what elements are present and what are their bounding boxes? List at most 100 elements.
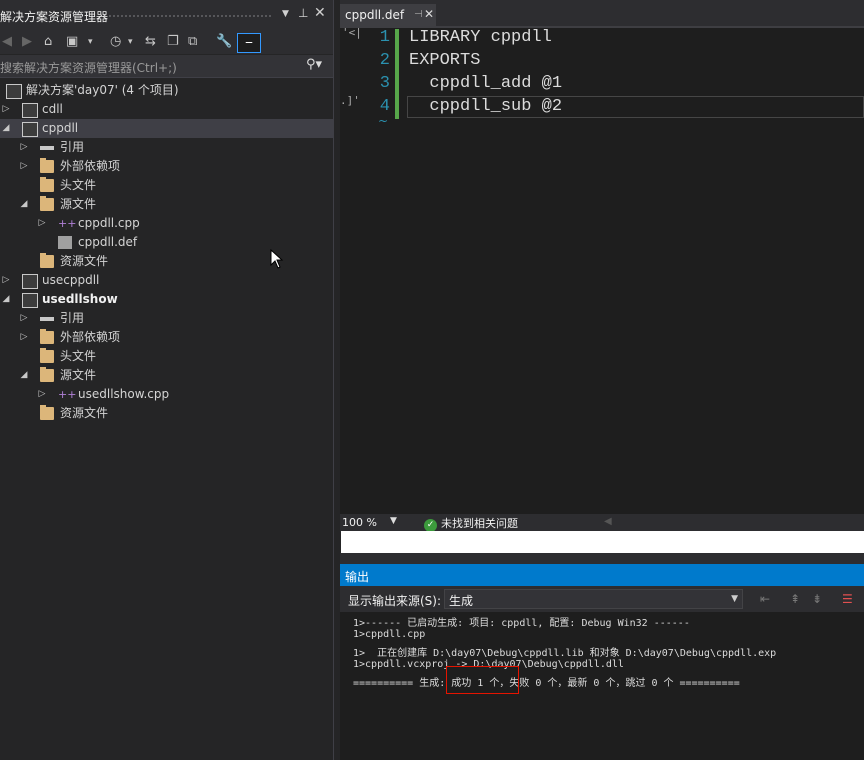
tree-item[interactable]: ▷ 引用: [0, 309, 334, 328]
collapsed-arrow-icon[interactable]: ▷: [18, 138, 30, 157]
tab-close-icon[interactable]: ✕: [424, 7, 434, 21]
tree-item-label: 头文件: [60, 178, 97, 192]
end-of-file-marker: ~: [378, 114, 389, 128]
home-icon[interactable]: ⌂: [44, 33, 52, 51]
solution-icon: [6, 84, 22, 99]
collapse-all-icon[interactable]: ❐: [167, 33, 179, 51]
tree-item[interactable]: 资源文件: [0, 404, 334, 423]
pin-icon[interactable]: ⊥: [298, 6, 308, 20]
change-indicator: [395, 29, 399, 119]
line-numbers: 1 2 3 4: [370, 28, 392, 128]
tree-item[interactable]: ▷ cdll: [0, 100, 334, 119]
zoom-dropdown-icon[interactable]: ▼: [390, 516, 397, 526]
close-icon[interactable]: ✕: [314, 5, 326, 21]
tree-item[interactable]: 头文件: [0, 347, 334, 366]
line-number: 1: [379, 28, 390, 47]
collapsed-arrow-icon[interactable]: ▷: [18, 157, 30, 176]
issues-indicator[interactable]: ✓ 未找到相关问题: [424, 515, 518, 532]
references-icon: [40, 317, 54, 321]
references-icon: [40, 146, 54, 150]
pending-dropdown-icon[interactable]: ▾: [128, 33, 133, 51]
tree-item[interactable]: ▷ ++ usedllshow.cpp: [0, 385, 334, 404]
previous-message-icon[interactable]: ⇞: [790, 592, 800, 606]
output-line: 1>------ 已启动生成: 项目: cppdll, 配置: Debug Wi…: [353, 618, 690, 629]
project-icon: [22, 122, 38, 137]
tree-item[interactable]: ◢ usedllshow: [0, 290, 334, 309]
tab-cppdll-def[interactable]: cppdll.def ⊣ ✕: [340, 4, 436, 28]
tree-item-label: cdll: [42, 102, 63, 116]
tree-item-label: usedllshow: [42, 292, 118, 306]
tree-item-label: 解决方案'day07' (4 个项目): [26, 83, 179, 97]
output-titlebar: 输出: [340, 564, 864, 586]
tree-item[interactable]: ▷ 外部依赖项: [0, 328, 334, 347]
show-all-files-icon[interactable]: ⧉: [188, 33, 197, 51]
switch-views-icon[interactable]: ▣: [66, 33, 78, 51]
code-line[interactable]: LIBRARY cppdll: [409, 28, 552, 47]
empty-input-bar[interactable]: [341, 531, 864, 553]
properties-icon[interactable]: 🔧: [216, 33, 232, 51]
solution-explorer-title: 解决方案资源管理器: [0, 10, 109, 24]
back-icon[interactable]: ◀: [2, 33, 12, 51]
line-number: 2: [379, 51, 390, 70]
sync-icon[interactable]: ⇆: [145, 33, 156, 51]
cpp-file-icon: ++: [58, 217, 77, 230]
expanded-arrow-icon[interactable]: ◢: [0, 119, 12, 138]
tree-item-label: cppdll.cpp: [78, 216, 140, 230]
titlebar-grip[interactable]: [108, 14, 273, 18]
external-deps-icon: [40, 158, 54, 173]
expanded-arrow-icon[interactable]: ◢: [18, 366, 30, 385]
tree-item-label: usedllshow.cpp: [78, 387, 170, 401]
tree-item[interactable]: ◢ 源文件: [0, 195, 334, 214]
output-source-select[interactable]: 生成 ▼: [444, 589, 743, 609]
dropdown-icon[interactable]: ▼: [282, 9, 289, 19]
tree-item[interactable]: ◢ cppdll: [0, 119, 334, 138]
collapsed-arrow-icon[interactable]: ▷: [0, 100, 12, 119]
code-line[interactable]: cppdll_sub @2: [409, 97, 562, 116]
collapsed-arrow-icon[interactable]: ▷: [18, 309, 30, 328]
collapsed-arrow-icon[interactable]: ▷: [0, 271, 12, 290]
search-icon[interactable]: ⚲▾: [306, 57, 322, 72]
folder-icon: [40, 253, 54, 268]
tree-item[interactable]: 解决方案'day07' (4 个项目): [0, 81, 334, 100]
tree-item-label: 源文件: [60, 197, 97, 211]
collapsed-arrow-icon[interactable]: ▷: [18, 328, 30, 347]
scroll-left-icon[interactable]: ◀: [604, 516, 612, 527]
forward-icon[interactable]: ▶: [22, 33, 32, 51]
tree-item-label: 资源文件: [60, 254, 109, 268]
collapsed-arrow-icon[interactable]: ▷: [36, 214, 48, 233]
project-icon: [22, 293, 38, 308]
project-icon: [22, 274, 38, 289]
tree-item[interactable]: ▷ 外部依赖项: [0, 157, 334, 176]
tree-item-label: usecppdll: [42, 273, 100, 287]
preview-selected-icon[interactable]: ⎯: [237, 33, 261, 53]
tree-item[interactable]: ◢ 源文件: [0, 366, 334, 385]
next-message-icon[interactable]: ⇟: [812, 592, 822, 606]
expanded-arrow-icon[interactable]: ◢: [0, 290, 12, 309]
find-message-icon[interactable]: ⇤: [760, 592, 770, 606]
clear-all-icon[interactable]: ☰: [842, 592, 853, 606]
highlight-box: [446, 666, 519, 694]
pending-changes-icon[interactable]: ◷: [110, 33, 121, 51]
views-dropdown-icon[interactable]: ▾: [88, 33, 93, 51]
folder-open-icon: [40, 196, 54, 211]
external-deps-icon: [40, 329, 54, 344]
code-line[interactable]: EXPORTS: [409, 51, 480, 70]
folder-icon: [40, 177, 54, 192]
solution-explorer-toolbar: ◀ ▶ ⌂ ▣ ▾ ◷ ▾ ⇆ ❐ ⧉ 🔧 ⎯: [0, 30, 334, 54]
tab-pin-icon[interactable]: ⊣: [414, 9, 423, 20]
tree-item[interactable]: 头文件: [0, 176, 334, 195]
solution-search-box[interactable]: 搜索解决方案资源管理器(Ctrl+;) ⚲▾: [0, 55, 334, 78]
tree-item-label: 引用: [60, 140, 85, 154]
tree-item-label: 资源文件: [60, 406, 109, 420]
tree-item[interactable]: ▷ usecppdll: [0, 271, 334, 290]
search-input[interactable]: 搜索解决方案资源管理器(Ctrl+;): [0, 59, 177, 76]
expanded-arrow-icon[interactable]: ◢: [18, 195, 30, 214]
collapsed-arrow-icon[interactable]: ▷: [36, 385, 48, 404]
tree-item[interactable]: ▷ 引用: [0, 138, 334, 157]
code-line[interactable]: cppdll_add @1: [409, 74, 562, 93]
tree-item-label: 外部依赖项: [60, 159, 121, 173]
tree-item[interactable]: ▷ ++ cppdll.cpp: [0, 214, 334, 233]
splitter[interactable]: [340, 553, 864, 564]
tree-item-label: 源文件: [60, 368, 97, 382]
folder-open-icon: [40, 367, 54, 382]
